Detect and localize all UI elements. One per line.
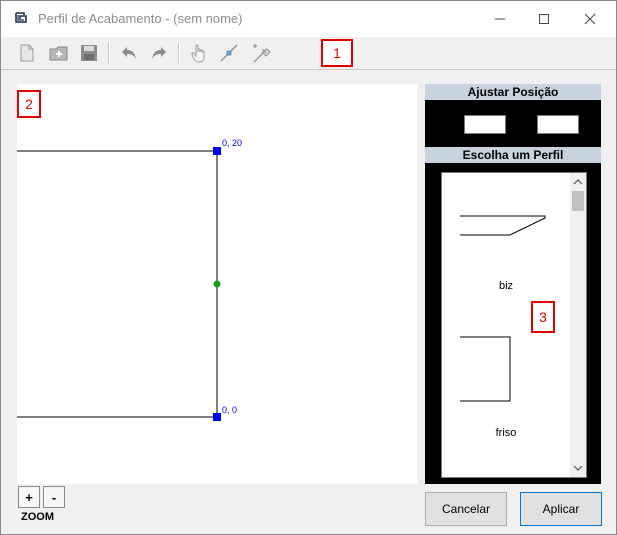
profile-list-scrollbar[interactable] bbox=[570, 173, 586, 477]
clear-button[interactable] bbox=[249, 41, 273, 65]
zoom-label: ZOOM bbox=[21, 511, 54, 523]
minimize-icon bbox=[495, 18, 505, 20]
profile-list[interactable]: biz friso bbox=[441, 172, 587, 478]
undo-icon bbox=[122, 47, 136, 59]
close-icon bbox=[584, 13, 596, 25]
profile-midpoint[interactable] bbox=[213, 280, 221, 288]
save-icon bbox=[81, 45, 97, 61]
new-icon bbox=[20, 44, 34, 62]
choose-profile-header: Escolha um Perfil bbox=[425, 147, 601, 163]
right-panel: Ajustar Posição Escolha um Perfil biz fr… bbox=[425, 84, 601, 484]
hand-icon bbox=[191, 44, 205, 63]
maximize-icon bbox=[539, 14, 549, 24]
scroll-up-icon[interactable] bbox=[570, 175, 586, 189]
minimize-button[interactable] bbox=[477, 1, 523, 37]
profile-name-friso: friso bbox=[495, 427, 517, 439]
profile-name-biz: biz bbox=[498, 280, 514, 292]
position-y-input[interactable] bbox=[537, 115, 579, 134]
adjust-position-header: Ajustar Posição bbox=[425, 84, 601, 100]
open-icon bbox=[49, 46, 68, 61]
scroll-thumb[interactable] bbox=[572, 191, 584, 211]
annotation-marker-3: 3 bbox=[531, 301, 555, 333]
profile-preview-biz bbox=[460, 215, 546, 236]
zoom-in-button[interactable]: + bbox=[18, 486, 40, 508]
drawing-canvas[interactable]: 0, 20 0, 0 2 bbox=[17, 84, 417, 484]
annotation-marker-1: 1 bbox=[321, 39, 353, 67]
toolbar: 1 bbox=[1, 37, 616, 70]
pick-point-button[interactable] bbox=[217, 41, 241, 65]
undo-button[interactable] bbox=[117, 41, 141, 65]
redo-icon bbox=[152, 47, 166, 59]
position-x-input[interactable] bbox=[464, 115, 506, 134]
title-bar: Perfil de Acabamento - (sem nome) bbox=[1, 1, 616, 37]
save-button[interactable] bbox=[77, 41, 101, 65]
clear-icon bbox=[253, 44, 271, 63]
close-button[interactable] bbox=[567, 1, 613, 37]
profile-drawing: 0, 20 0, 0 bbox=[17, 138, 242, 421]
cancel-button[interactable]: Cancelar bbox=[425, 492, 507, 526]
main-window: Perfil de Acabamento - (sem nome) 1 0, 2… bbox=[0, 0, 617, 535]
profile-item-biz[interactable]: biz bbox=[442, 173, 570, 308]
hand-tool-button[interactable] bbox=[187, 41, 211, 65]
window-title: Perfil de Acabamento - (sem nome) bbox=[38, 11, 243, 26]
redo-button[interactable] bbox=[147, 41, 171, 65]
scroll-down-icon[interactable] bbox=[570, 461, 586, 475]
point-top-label: 0, 20 bbox=[222, 138, 242, 148]
profile-point-top[interactable] bbox=[213, 147, 221, 155]
zoom-out-button[interactable]: - bbox=[43, 486, 65, 508]
toolbar-separator bbox=[178, 42, 180, 64]
profile-point-bottom[interactable] bbox=[213, 413, 221, 421]
new-button[interactable] bbox=[15, 41, 39, 65]
toolbar-separator bbox=[108, 42, 110, 64]
maximize-button[interactable] bbox=[521, 1, 567, 37]
open-button[interactable] bbox=[47, 41, 71, 65]
pick-point-icon bbox=[220, 44, 238, 62]
apply-button[interactable]: Aplicar bbox=[520, 492, 602, 526]
annotation-marker-2: 2 bbox=[17, 90, 41, 118]
point-bottom-label: 0, 0 bbox=[222, 405, 237, 415]
app-icon bbox=[15, 12, 27, 23]
